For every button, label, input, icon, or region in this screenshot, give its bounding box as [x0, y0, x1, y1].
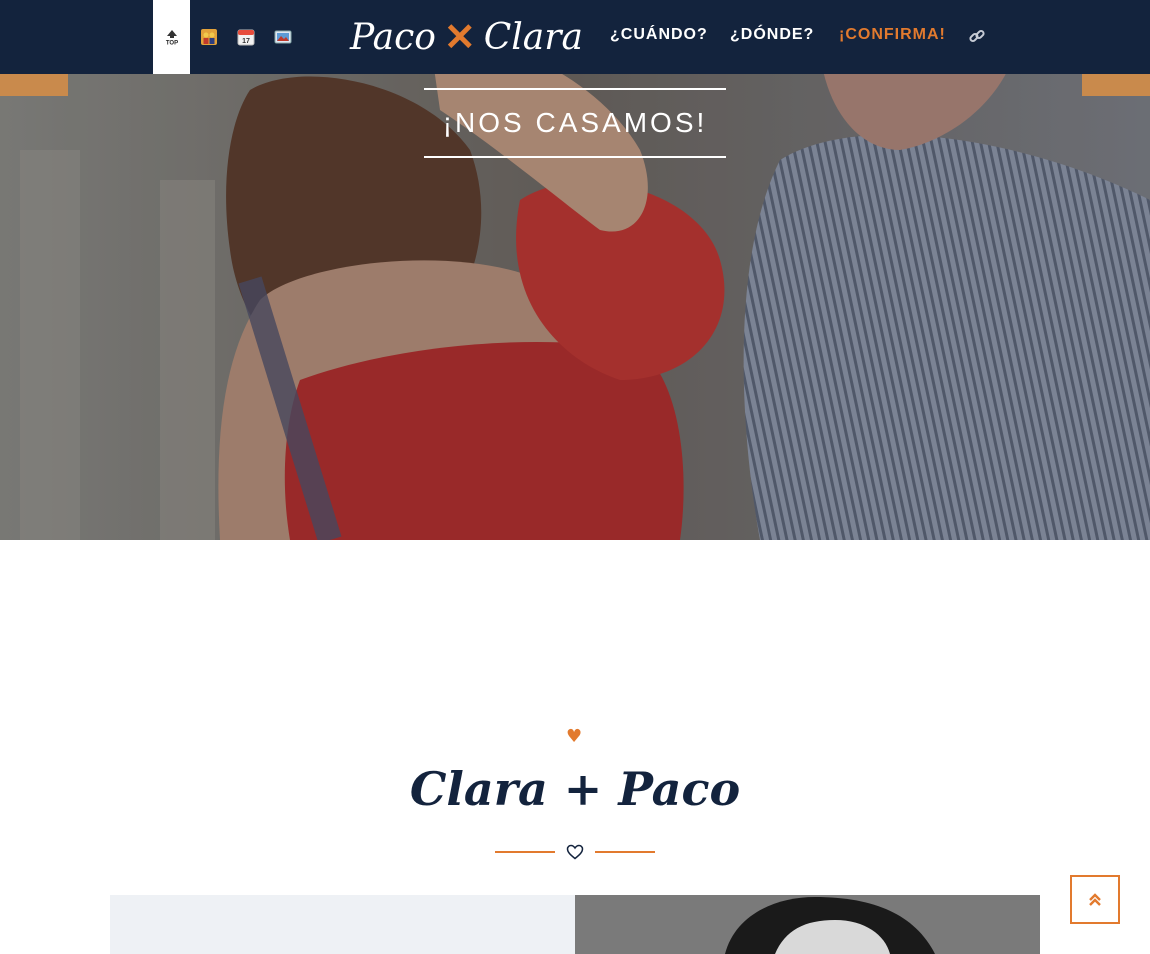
logo-name-right: Clara: [483, 16, 583, 58]
nav-emoji-photo[interactable]: [264, 0, 301, 74]
calendar-icon: 17: [237, 29, 254, 46]
nav-emoji-couple[interactable]: [190, 0, 227, 74]
couple-icon: [200, 29, 217, 45]
hero-headline-frame: ¡NOS CASAMOS!: [424, 88, 726, 158]
couple-title: Clara + Paco: [409, 762, 741, 816]
double-chevron-up-icon: [1089, 892, 1101, 906]
link-icon[interactable]: [968, 27, 986, 45]
site-logo[interactable]: Paco ✕ Clara: [350, 14, 583, 60]
slider-prev-tab[interactable]: [0, 74, 68, 96]
back-to-top-button[interactable]: [1070, 875, 1120, 924]
logo-x-icon: ✕: [443, 16, 476, 59]
nav-emoji-top[interactable]: TOP: [153, 0, 190, 74]
logo-name-left: Paco: [350, 16, 436, 58]
hero-headline: ¡NOS CASAMOS!: [442, 107, 708, 138]
hero-overlay: [0, 0, 1150, 540]
couple-info-card: [110, 895, 575, 954]
top-arrow-icon: TOP: [164, 30, 179, 47]
picture-icon: [274, 30, 291, 44]
divider-line-right: [595, 851, 655, 853]
nav-link-confirma[interactable]: ¡CONFIRMA!: [839, 26, 946, 44]
svg-text:TOP: TOP: [165, 41, 177, 47]
nav-link-donde[interactable]: ¿DÓNDE?: [730, 26, 814, 44]
top-navbar: TOP 17 Paco ✕ Clara ¿CUÁNDO? ¿DÓNDE? ¡CO…: [0, 0, 1150, 74]
hero-banner: ¡NOS CASAMOS!: [0, 0, 1150, 540]
portrait-photo: [575, 895, 1040, 954]
portrait-photo-image: [575, 895, 1040, 954]
slider-next-tab[interactable]: [1082, 74, 1150, 96]
heart-filled-icon: ♥: [566, 726, 583, 747]
heart-outline-icon: [566, 844, 584, 860]
nav-link-cuando[interactable]: ¿CUÁNDO?: [610, 26, 708, 44]
svg-text:17: 17: [242, 38, 250, 45]
divider-line-left: [495, 851, 555, 853]
nav-emoji-calendar[interactable]: 17: [227, 0, 264, 74]
